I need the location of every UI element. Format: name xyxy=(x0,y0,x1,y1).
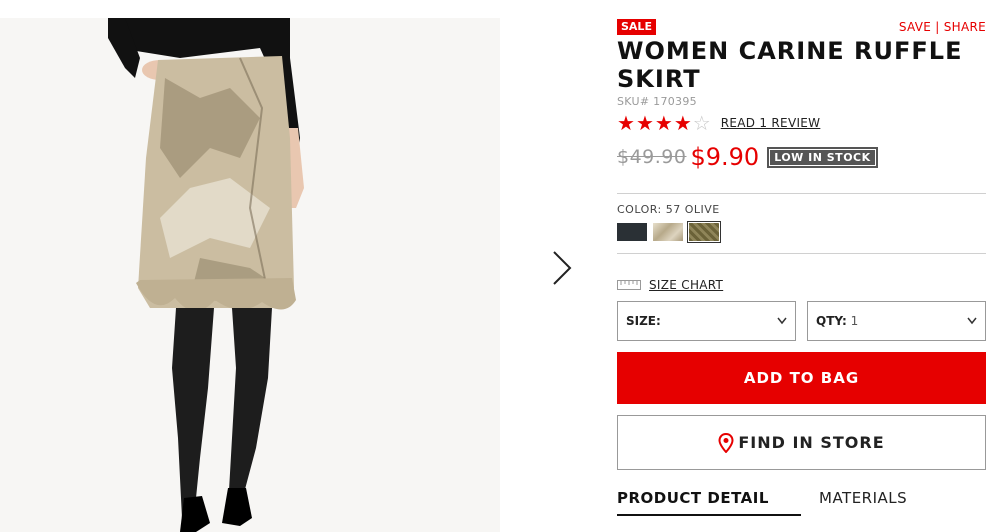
chevron-right-icon xyxy=(553,251,572,285)
color-swatches xyxy=(617,221,986,243)
product-photo xyxy=(0,18,500,532)
size-select-label: SIZE: xyxy=(626,314,661,328)
old-price: $49.90 xyxy=(617,146,687,168)
add-to-bag-button[interactable]: ADD TO BAG xyxy=(617,352,986,404)
star-full-icon: ★ xyxy=(654,111,673,135)
color-swatch-beige[interactable] xyxy=(653,223,683,241)
qty-select-label: QTY: xyxy=(816,314,847,328)
active-tab-indicator xyxy=(617,514,801,516)
chevron-down-icon xyxy=(777,302,787,355)
find-in-store-label: FIND IN STORE xyxy=(738,433,885,452)
color-swatch-olive[interactable] xyxy=(687,221,721,243)
save-link[interactable]: SAVE xyxy=(899,20,931,34)
divider xyxy=(617,253,986,254)
detail-tabs: PRODUCT DETAIL MATERIALS xyxy=(617,489,986,519)
star-full-icon: ★ xyxy=(635,111,654,135)
price-row: $49.90 $9.90 LOW IN STOCK xyxy=(617,141,986,173)
divider xyxy=(617,193,986,194)
product-title: WOMEN CARINE RUFFLE SKIRT xyxy=(617,37,963,93)
chevron-down-icon xyxy=(967,302,977,355)
find-in-store-button[interactable]: FIND IN STORE xyxy=(617,415,986,470)
tab-product-detail[interactable]: PRODUCT DETAIL xyxy=(617,489,769,507)
location-pin-icon xyxy=(718,432,734,453)
sale-price: $9.90 xyxy=(690,143,760,171)
stock-badge: LOW IN STOCK xyxy=(767,146,878,168)
top-line: SALE SAVE | SHARE xyxy=(617,18,986,36)
star-empty-icon: ☆ xyxy=(692,111,711,135)
save-share: SAVE | SHARE xyxy=(899,20,986,34)
ruler-icon xyxy=(617,280,641,290)
separator: | xyxy=(935,20,940,34)
size-chart-label: SIZE CHART xyxy=(649,278,724,292)
read-review-link[interactable]: READ 1 REVIEW xyxy=(721,116,821,130)
star-full-icon: ★ xyxy=(617,111,635,135)
share-link[interactable]: SHARE xyxy=(944,20,986,34)
stock-badge-label: LOW IN STOCK xyxy=(770,149,875,165)
sku: SKU# 170395 xyxy=(617,95,697,108)
star-full-icon: ★ xyxy=(673,111,692,135)
next-image-button[interactable] xyxy=(548,248,578,288)
tab-materials[interactable]: MATERIALS xyxy=(819,489,907,507)
qty-select-value: 1 xyxy=(850,314,859,328)
color-label: COLOR: 57 OLIVE xyxy=(617,203,720,216)
qty-select[interactable]: QTY: 1 xyxy=(807,301,986,341)
rating: ★ ★ ★ ★ ☆ READ 1 REVIEW xyxy=(617,113,986,133)
size-chart-link[interactable]: SIZE CHART xyxy=(617,277,986,293)
size-select[interactable]: SIZE: xyxy=(617,301,796,341)
product-info-panel: SALE SAVE | SHARE WOMEN CARINE RUFFLE SK… xyxy=(617,18,986,519)
product-image xyxy=(0,18,500,532)
sale-badge: SALE xyxy=(617,19,656,35)
color-swatch-dark[interactable] xyxy=(617,223,647,241)
option-selects: SIZE: QTY: 1 xyxy=(617,301,986,341)
